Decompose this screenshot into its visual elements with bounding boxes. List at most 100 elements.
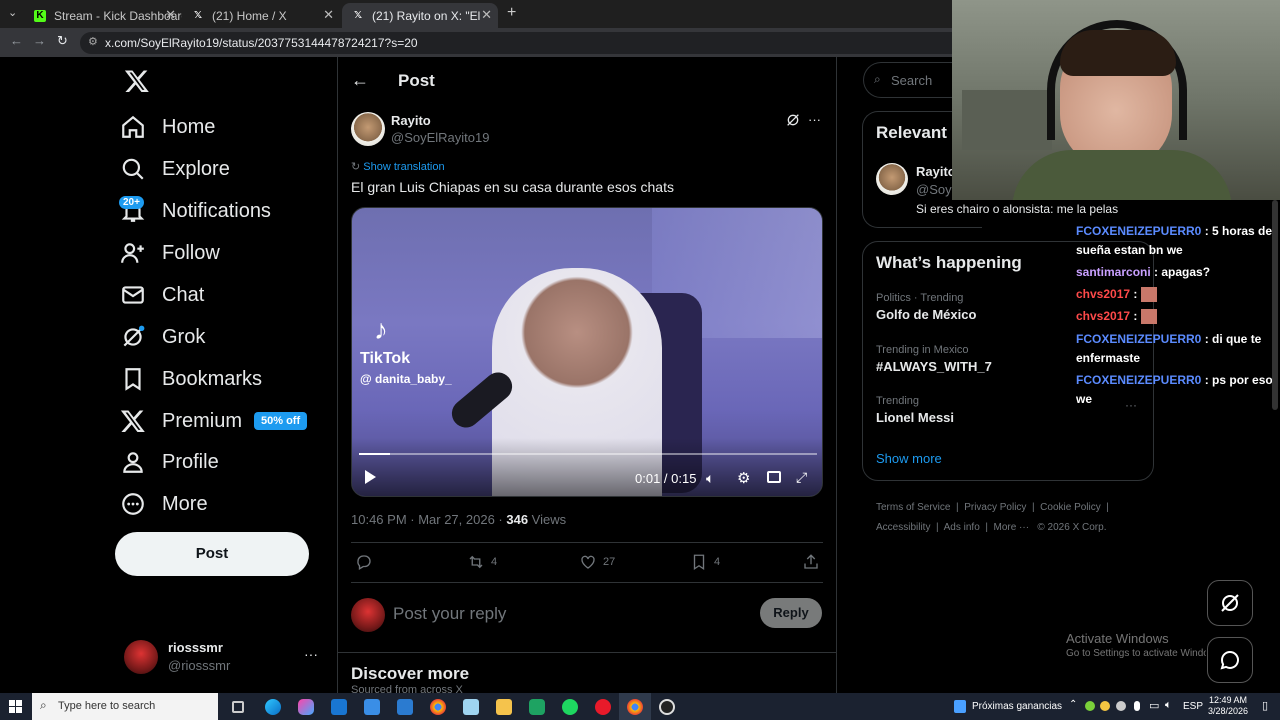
avatar (124, 640, 158, 674)
trend-category: Trending in Mexico (876, 344, 969, 356)
chrome-icon[interactable] (430, 699, 446, 715)
footer-terms-link[interactable]: Terms of Service (876, 502, 950, 513)
nav-label: Grok (162, 325, 206, 348)
store-icon[interactable] (364, 699, 380, 715)
app-icon[interactable] (529, 699, 545, 715)
trend-item[interactable]: Trending Lionel Messi (876, 395, 1076, 425)
new-tab-button[interactable]: + (507, 4, 516, 22)
divider (351, 542, 823, 543)
reply-action[interactable] (355, 553, 379, 571)
active-app-highlight[interactable] (619, 693, 651, 720)
volume-icon[interactable]: 🔈︎ (706, 470, 714, 487)
opera-icon[interactable] (595, 699, 611, 715)
nav-profile[interactable]: Profile (120, 441, 219, 483)
nav-notifications[interactable]: Notifications (120, 190, 271, 232)
tab-kick-dashboard[interactable]: K Stream - Kick Dashboard ✕ (24, 3, 182, 28)
nav-follow[interactable]: Follow (120, 232, 220, 274)
nav-more[interactable]: More (120, 483, 208, 525)
trend-item[interactable]: Politics · Trending Golfo de México (876, 292, 1076, 322)
activate-windows-subtitle: Go to Settings to activate Windows. (1066, 648, 1206, 659)
close-tab-icon[interactable]: ✕ (481, 7, 492, 23)
nav-bookmarks[interactable]: Bookmarks (120, 358, 262, 400)
stocks-widget[interactable]: Próximas ganancias (952, 693, 1062, 720)
microphone-icon[interactable] (1134, 701, 1140, 711)
tray-app-icon[interactable] (1085, 701, 1095, 711)
forward-icon[interactable]: → (33, 33, 46, 48)
compose-post-button[interactable]: Post (115, 532, 309, 576)
search-input[interactable]: ⌕ Search (863, 62, 963, 98)
video-player[interactable]: ♪ TikTok @ danita_baby_ 0:01 / 0:15 🔈︎ ⚙… (351, 207, 823, 497)
network-icon[interactable]: ▭ (1149, 699, 1159, 712)
copilot-icon[interactable] (298, 699, 314, 715)
trend-item[interactable]: Trending in Mexico #ALWAYS_WITH_7 (876, 344, 1076, 374)
author-avatar[interactable] (351, 112, 385, 146)
account-name: riosssmr (168, 640, 223, 655)
tray-app-icon[interactable] (1116, 701, 1126, 711)
volume-icon[interactable]: 🔈︎ (1165, 699, 1172, 712)
repost-action[interactable]: 4 (467, 553, 497, 571)
tab-label: (21) Rayito on X: "El gran Luis C (372, 9, 482, 23)
footer-accessibility-link[interactable]: Accessibility (876, 522, 930, 533)
fullscreen-icon[interactable]: ⤢ (796, 469, 807, 486)
notepad-icon[interactable] (463, 699, 479, 715)
grok-icon (123, 325, 145, 347)
obs-icon[interactable] (659, 699, 675, 715)
account-switcher[interactable]: riosssmr @riosssmr ··· (120, 636, 330, 680)
nav-chat[interactable]: Chat (120, 274, 204, 316)
play-icon[interactable] (365, 470, 376, 484)
footer-more-link[interactable]: More ··· (994, 522, 1030, 533)
scrollbar[interactable] (1272, 200, 1278, 410)
footer-privacy-link[interactable]: Privacy Policy (964, 502, 1026, 513)
settings-gear-icon[interactable]: ⚙ (737, 469, 750, 487)
nav-explore[interactable]: Explore (120, 148, 230, 190)
author-handle[interactable]: @SoyElRayito19 (391, 130, 489, 145)
vscode-icon[interactable] (397, 699, 413, 715)
author-name[interactable]: Rayito (391, 113, 431, 128)
account-more-icon[interactable]: ··· (304, 646, 318, 662)
language-indicator[interactable]: ESP (1183, 701, 1203, 712)
grok-explain-icon[interactable] (785, 112, 801, 133)
relevant-avatar[interactable] (876, 163, 908, 195)
like-action[interactable]: 27 (579, 553, 615, 571)
x-logo-icon[interactable] (124, 68, 150, 94)
messages-float-button[interactable] (1207, 637, 1253, 683)
back-icon[interactable]: ← (10, 33, 23, 48)
tray-app-icon[interactable] (1100, 701, 1110, 711)
reply-button[interactable]: Reply (760, 598, 822, 628)
spotify-icon[interactable] (562, 699, 578, 715)
video-progress-track[interactable] (359, 453, 817, 455)
mail-icon (122, 286, 144, 304)
post-more-icon[interactable]: ··· (808, 112, 821, 127)
show-more-link[interactable]: Show more (876, 451, 942, 466)
outlook-icon[interactable] (331, 699, 347, 715)
windows-start-icon[interactable] (9, 700, 22, 713)
nav-home[interactable]: Home (120, 106, 215, 148)
tab-search-icon[interactable]: ⌄ (8, 6, 17, 19)
nav-premium[interactable]: Premium 50% off (120, 400, 308, 442)
pip-icon[interactable] (767, 471, 781, 483)
show-translation-link[interactable]: ↻ Show translation (351, 160, 445, 173)
site-info-icon[interactable]: ⚙ (88, 35, 98, 48)
close-tab-icon[interactable]: ✕ (165, 7, 176, 23)
share-action[interactable] (802, 553, 826, 571)
back-arrow-icon[interactable]: ← (351, 70, 369, 91)
footer-cookie-link[interactable]: Cookie Policy (1040, 502, 1101, 513)
relevant-name[interactable]: Rayito (916, 164, 956, 179)
notifications-icon[interactable]: ▯ (1262, 699, 1268, 712)
task-view-icon[interactable] (232, 701, 244, 713)
close-tab-icon[interactable]: ✕ (323, 7, 334, 23)
tab-x-home[interactable]: 𝕏 (21) Home / X ✕ (182, 3, 340, 28)
reload-icon[interactable]: ↻ (57, 33, 68, 49)
address-bar[interactable]: ⚙ x.com/SoyElRayito19/status/20377531444… (80, 32, 952, 54)
tray-chevron-icon[interactable]: ⌃ (1069, 699, 1077, 710)
grok-float-button[interactable] (1207, 580, 1253, 626)
clock[interactable]: 12:49 AM 3/28/2026 (1203, 695, 1253, 717)
nav-grok[interactable]: Grok (120, 316, 205, 358)
tab-rayito-post[interactable]: 𝕏 (21) Rayito on X: "El gran Luis C ✕ (342, 3, 498, 28)
edge-icon[interactable] (265, 699, 281, 715)
reply-input[interactable]: Post your reply (393, 604, 743, 624)
bookmark-action[interactable]: 4 (690, 553, 720, 571)
footer-ads-link[interactable]: Ads info (944, 522, 980, 533)
taskbar-search-input[interactable]: ⌕ Type here to search (32, 693, 218, 720)
file-explorer-icon[interactable] (496, 699, 512, 715)
